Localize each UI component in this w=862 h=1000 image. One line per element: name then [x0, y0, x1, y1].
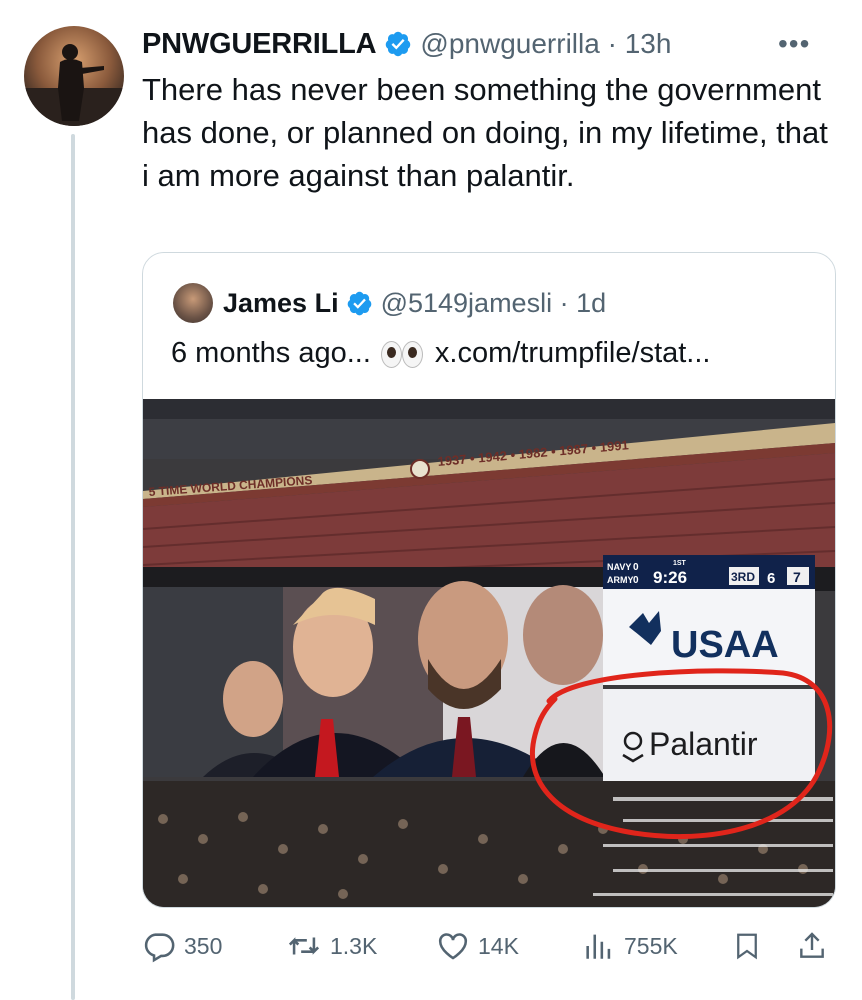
quoted-author-avatar[interactable] — [173, 283, 213, 323]
author-name[interactable]: PNWGUERRILLA — [142, 28, 377, 61]
score-value-1: 0 — [633, 562, 639, 573]
repost-count: 1.3K — [330, 932, 378, 959]
like-count: 14K — [478, 932, 519, 959]
stadium-photo[interactable]: 5 TIME WORLD CHAMPIONS 1937 • 1942 • 198… — [143, 399, 835, 907]
bookmark-button[interactable] — [732, 926, 762, 966]
views-bar-chart-icon — [586, 934, 611, 959]
verified-badge-icon — [386, 31, 411, 57]
eyes-emoji-icon — [380, 340, 423, 368]
author-handle-time[interactable]: @pnwguerrilla · 13h — [420, 28, 671, 60]
views-button[interactable]: 755K — [582, 926, 678, 966]
repost-icon — [288, 937, 320, 955]
score-ball-on: 7 — [793, 569, 801, 585]
score-team-2: ARMY — [607, 575, 634, 585]
tweet-text: There has never been something the gover… — [142, 72, 828, 193]
score-team-1: NAVY — [607, 562, 631, 572]
quoted-tweet-text: 6 months ago... x.com/trumpfile/stat... — [171, 337, 710, 370]
tweet-actions: 350 1.3K 14K 755K — [142, 926, 842, 966]
verified-badge-icon — [347, 291, 371, 315]
heart-icon — [438, 933, 468, 960]
quoted-text-link[interactable]: x.com/trumpfile/stat... — [435, 337, 711, 370]
sponsor-usaa: USAA — [671, 624, 779, 666]
soldier-silhouette-icon — [24, 44, 124, 126]
reply-icon — [144, 933, 175, 963]
score-down: 3RD — [731, 570, 755, 584]
quoted-tweet-header: James Li @5149jamesli · 1d — [223, 283, 606, 323]
sponsor-palantir: Palantir — [649, 726, 758, 762]
quoted-author-name[interactable]: James Li — [223, 288, 339, 319]
thread-line — [71, 134, 75, 1000]
more-options-icon[interactable]: ••• — [778, 28, 810, 60]
share-button[interactable] — [796, 926, 828, 966]
logo-seal-icon — [410, 459, 430, 479]
quoted-tweet[interactable]: James Li @5149jamesli · 1d 6 months ago.… — [142, 252, 836, 908]
reply-count: 350 — [184, 932, 223, 959]
bookmark-icon — [737, 933, 757, 960]
quoted-text-body: 6 months ago... — [171, 337, 371, 369]
tweet-header: PNWGUERRILLA @pnwguerrilla · 13h — [142, 24, 671, 64]
score-clock: 9:26 — [653, 568, 687, 587]
reply-button[interactable]: 350 — [142, 926, 222, 966]
like-button[interactable]: 14K — [436, 926, 519, 966]
author-avatar[interactable] — [24, 26, 124, 126]
views-count: 755K — [624, 932, 678, 959]
score-togo: 6 — [767, 570, 775, 587]
repost-button[interactable]: 1.3K — [286, 926, 377, 966]
score-quarter: 1ST — [673, 560, 687, 567]
quoted-author-handle-time[interactable]: @5149jamesli · 1d — [381, 288, 607, 319]
score-value-2: 0 — [633, 575, 639, 586]
share-icon — [800, 932, 824, 958]
